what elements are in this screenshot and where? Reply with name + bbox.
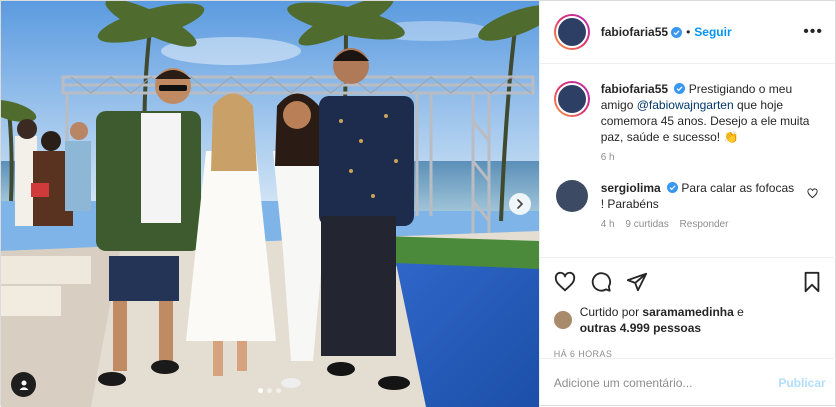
author-avatar[interactable] bbox=[553, 14, 590, 50]
bookmark-icon bbox=[804, 271, 820, 293]
likes-others-link[interactable]: outras 4.999 pessoas bbox=[580, 321, 701, 335]
header-separator: • bbox=[686, 25, 691, 39]
comment-input[interactable] bbox=[553, 376, 779, 390]
like-comment-heart-icon[interactable] bbox=[807, 188, 818, 199]
comment-likes[interactable]: 9 curtidas bbox=[625, 219, 668, 230]
post-actions: Curtido por saramamedinha e outras 4.999… bbox=[539, 257, 836, 359]
carousel-dot bbox=[267, 388, 272, 393]
carousel-indicator bbox=[258, 388, 281, 393]
post-side-panel: fabiofaria55 • Seguir ••• fabiofaria55 P… bbox=[538, 1, 836, 407]
likes-conjunction: e bbox=[733, 305, 744, 319]
liker-avatar[interactable] bbox=[553, 311, 572, 329]
heart-icon bbox=[554, 271, 575, 292]
commenter-avatar[interactable] bbox=[555, 180, 588, 212]
save-button[interactable] bbox=[802, 271, 822, 293]
comment-composer: Publicar bbox=[539, 358, 836, 407]
caption: fabiofaria55 Prestigiando o meu amigo @f… bbox=[553, 81, 822, 166]
publish-button[interactable]: Publicar bbox=[778, 376, 825, 390]
comment-icon bbox=[591, 272, 611, 292]
caption-time[interactable]: 6 h bbox=[601, 152, 615, 163]
post-photo[interactable] bbox=[1, 1, 539, 407]
caption-mention-link[interactable]: @fabiowajngarten bbox=[637, 98, 734, 112]
liker-username[interactable]: saramamedinha bbox=[642, 305, 733, 319]
paper-plane-icon bbox=[626, 272, 647, 292]
user-icon bbox=[19, 380, 28, 390]
verified-badge-icon bbox=[671, 26, 683, 38]
comment-button[interactable] bbox=[590, 271, 612, 293]
carousel-dot bbox=[276, 388, 281, 393]
likes-prefix: Curtido por bbox=[579, 305, 643, 319]
caption-avatar[interactable] bbox=[553, 81, 590, 117]
instagram-post: fabiofaria55 • Seguir ••• fabiofaria55 P… bbox=[0, 0, 836, 407]
carousel-dot bbox=[258, 388, 263, 393]
follow-button[interactable]: Seguir bbox=[694, 25, 731, 39]
reply-button[interactable]: Responder bbox=[680, 219, 729, 230]
caption-username[interactable]: fabiofaria55 bbox=[601, 82, 668, 96]
verified-badge-icon bbox=[674, 83, 686, 94]
comment-item: sergiolima Para calar as fofocas ! Parab… bbox=[554, 180, 822, 233]
comments-section: fabiofaria55 Prestigiando o meu amigo @f… bbox=[540, 65, 836, 257]
post-header: fabiofaria55 • Seguir ••• bbox=[539, 1, 835, 64]
commenter-username[interactable]: sergiolima bbox=[601, 181, 661, 195]
more-options-icon[interactable]: ••• bbox=[803, 23, 823, 41]
photo-scene bbox=[1, 1, 539, 407]
like-button[interactable] bbox=[554, 271, 576, 293]
tagged-users-button[interactable] bbox=[11, 372, 36, 397]
next-photo-button[interactable] bbox=[509, 193, 531, 215]
verified-badge-icon bbox=[667, 182, 679, 193]
share-button[interactable] bbox=[626, 271, 648, 293]
clapping-emoji: 👏 bbox=[723, 130, 739, 144]
comment-time[interactable]: 4 h bbox=[601, 219, 615, 230]
likes-summary: Curtido por saramamedinha e outras 4.999… bbox=[553, 304, 822, 336]
author-username[interactable]: fabiofaria55 bbox=[601, 25, 668, 39]
chevron-right-icon bbox=[517, 199, 524, 209]
